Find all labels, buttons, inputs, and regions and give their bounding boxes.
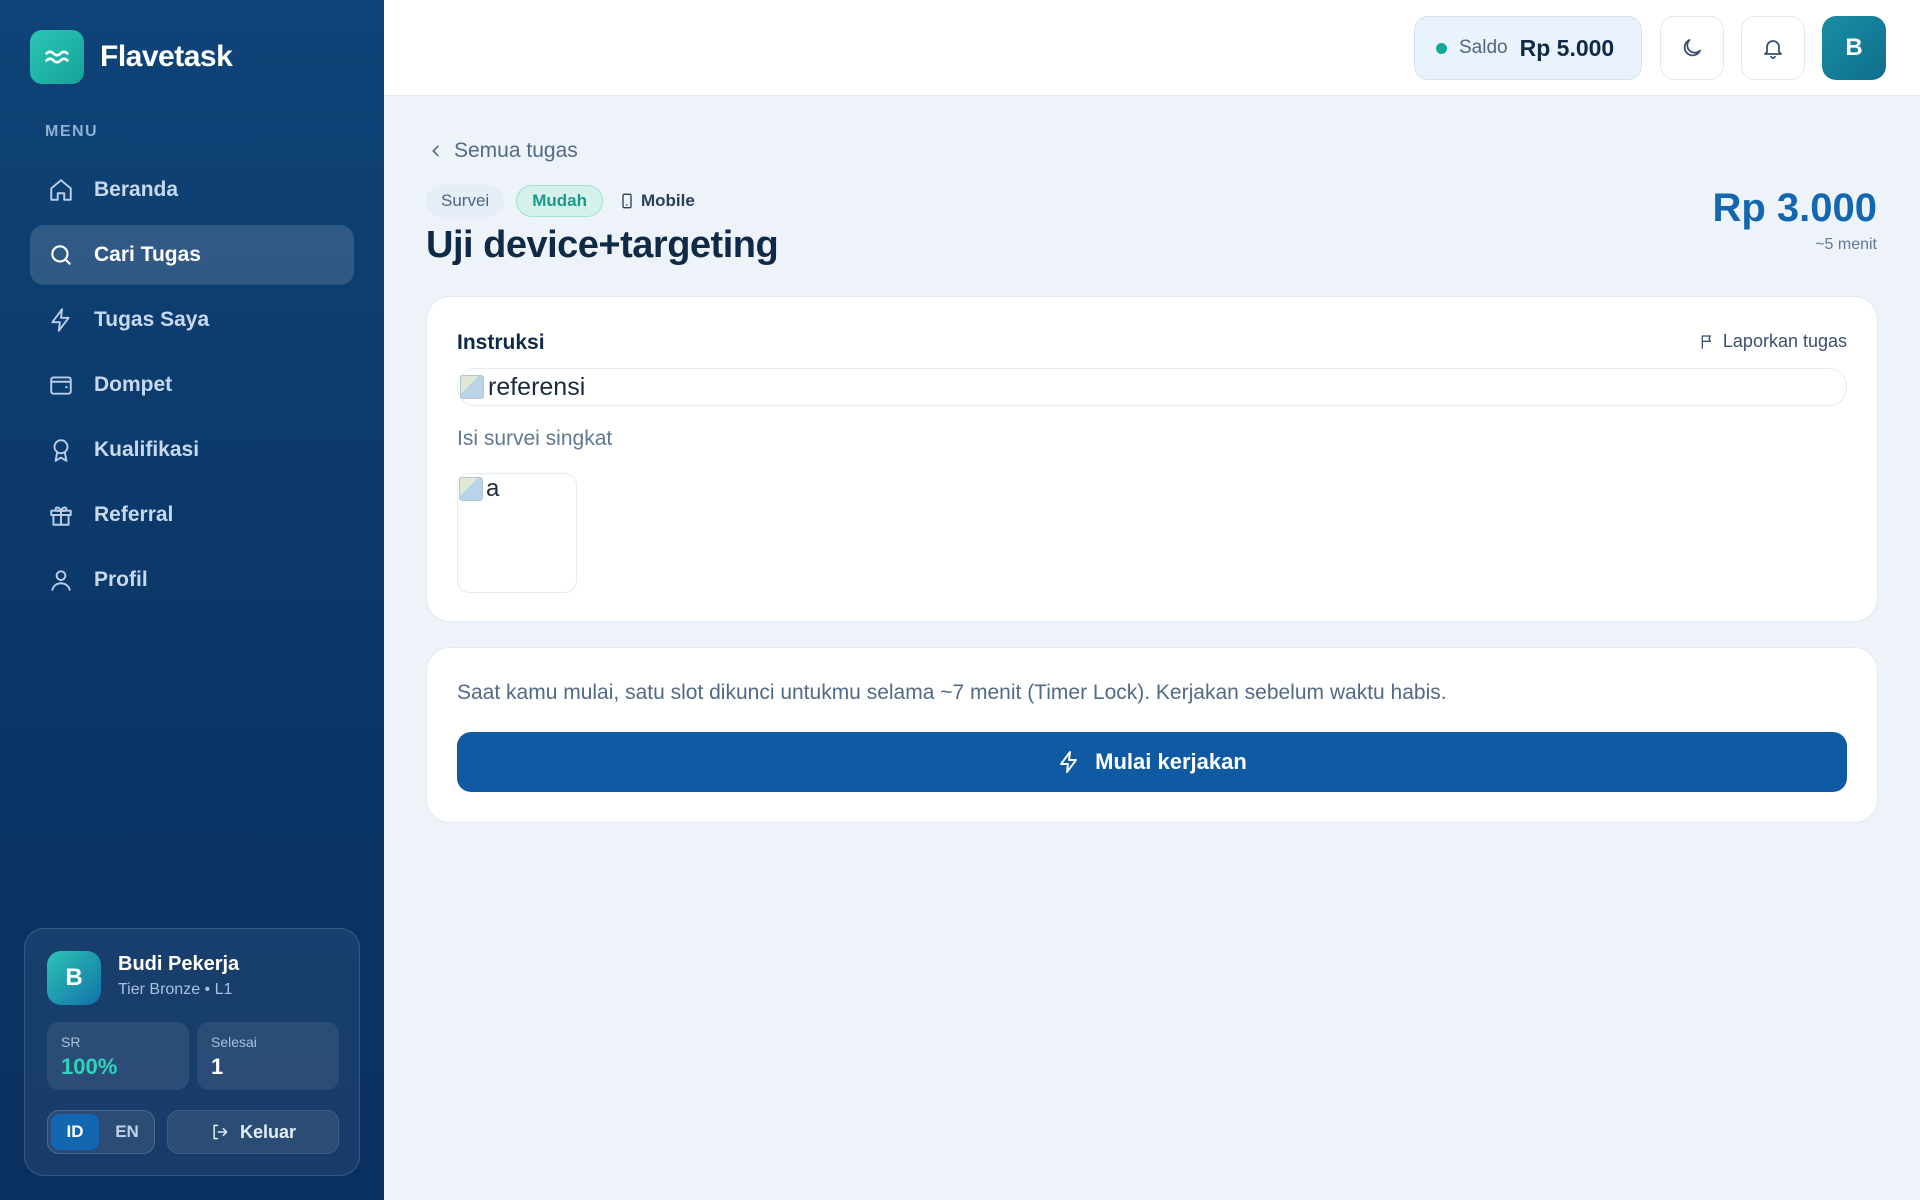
attachment-alt: a [486,475,500,502]
wallet-icon [50,376,72,395]
bell-icon [1764,40,1782,59]
language-toggle: ID EN [47,1110,155,1154]
user-card: B Budi Pekerja Tier Bronze • L1 SR 100% … [24,928,360,1176]
logo-waves-icon [30,30,84,84]
sidebar-item-label: Profil [94,568,148,591]
start-task-label: Mulai kerjakan [1095,749,1247,774]
award-icon [53,439,69,462]
sidebar-item-profil[interactable]: Profil [30,550,354,610]
smartphone-icon [622,193,632,209]
lang-id-button[interactable]: ID [51,1114,99,1150]
report-task-button[interactable]: Laporkan tugas [1699,331,1847,352]
notifications-button[interactable] [1741,16,1805,80]
sidebar-item-label: Dompet [94,373,173,396]
device-label: Mobile [640,191,695,210]
sidebar-item-label: Cari Tugas [94,243,201,266]
lang-en-button[interactable]: EN [103,1114,151,1150]
start-card: Saat kamu mulai, satu slot dikunci untuk… [426,647,1878,823]
user-name: Budi Pekerja [118,953,240,975]
instructions-card: Instruksi Laporkan tugas referensi Isi s… [426,296,1878,622]
bolt-icon [1060,751,1078,773]
logout-button[interactable]: Keluar [167,1110,339,1154]
stat-success-rate: SR 100% [47,1022,189,1090]
menu-heading: MENU [45,123,99,140]
reference-image: referensi [457,368,1847,406]
brand[interactable]: Flavetask [30,30,233,84]
user-tier: Tier Bronze • L1 [118,981,233,998]
stat-label: SR [61,1034,81,1050]
sidebar-item-tugas-saya[interactable]: Tugas Saya [30,290,354,350]
search-icon [51,245,71,265]
avatar[interactable]: B [1822,16,1886,80]
category-badge: Survei [426,185,505,217]
logout-label: Keluar [239,1121,297,1142]
difficulty-badge: Mudah [516,185,603,217]
user-icon [51,570,71,591]
page-title: Uji device+targeting [426,224,779,266]
sidebar-item-kualifikasi[interactable]: Kualifikasi [30,420,354,480]
task-tags: Survei Mudah Mobile [426,185,699,217]
task-reward: Rp 3.000 [1712,186,1877,230]
theme-toggle-button[interactable] [1660,16,1724,80]
flag-icon [1701,334,1711,349]
bolt-icon [51,308,70,332]
stat-value: 100% [61,1054,118,1079]
status-dot [1436,42,1447,54]
topbar: Saldo Rp 5.000 B [384,0,1920,96]
sidebar-item-dompet[interactable]: Dompet [30,355,354,415]
broken-image-icon [459,477,483,501]
sidebar-item-label: Kualifikasi [94,438,200,461]
task-duration: ~5 menit [1815,236,1877,253]
sidebar: Flavetask MENU Beranda Cari Tugas Tugas … [0,0,384,1200]
sidebar-item-referral[interactable]: Referral [30,485,354,545]
balance-label: Saldo [1459,37,1508,58]
instructions-heading: Instruksi [457,331,545,354]
back-link-label: Semua tugas [454,139,578,162]
sidebar-item-label: Beranda [94,178,179,201]
back-link[interactable]: Semua tugas [428,139,578,163]
start-task-button[interactable]: Mulai kerjakan [457,732,1847,792]
sidebar-item-beranda[interactable]: Beranda [30,160,354,220]
attachment-alt-text: a [459,475,499,503]
app-name: Flavetask [100,40,233,73]
report-task-label: Laporkan tugas [1722,331,1847,351]
sidebar-item-label: Tugas Saya [94,308,210,331]
avatar: B [47,951,101,1005]
stat-value: 1 [211,1054,224,1079]
balance-value: Rp 5.000 [1519,34,1615,61]
sidebar-item-label: Referral [94,503,174,526]
home-icon [50,179,72,201]
stat-label: Selesai [211,1034,257,1050]
device-badge: Mobile [615,185,699,217]
logout-icon [213,1124,228,1140]
gift-icon [50,506,72,526]
moon-icon [1683,39,1701,57]
attachment-thumbnail[interactable]: a [457,473,577,593]
reference-image-alt: referensi [488,372,586,401]
task-description: Isi survei singkat [457,427,613,450]
sidebar-nav: Beranda Cari Tugas Tugas Saya Dompet Kua… [30,160,354,615]
chevron-left-icon [432,145,439,157]
broken-image-icon [460,375,484,399]
stat-completed: Selesai 1 [197,1022,339,1090]
sidebar-item-cari-tugas[interactable]: Cari Tugas [30,225,354,285]
timer-lock-notice: Saat kamu mulai, satu slot dikunci untuk… [457,681,1447,704]
balance-chip[interactable]: Saldo Rp 5.000 [1414,16,1642,80]
